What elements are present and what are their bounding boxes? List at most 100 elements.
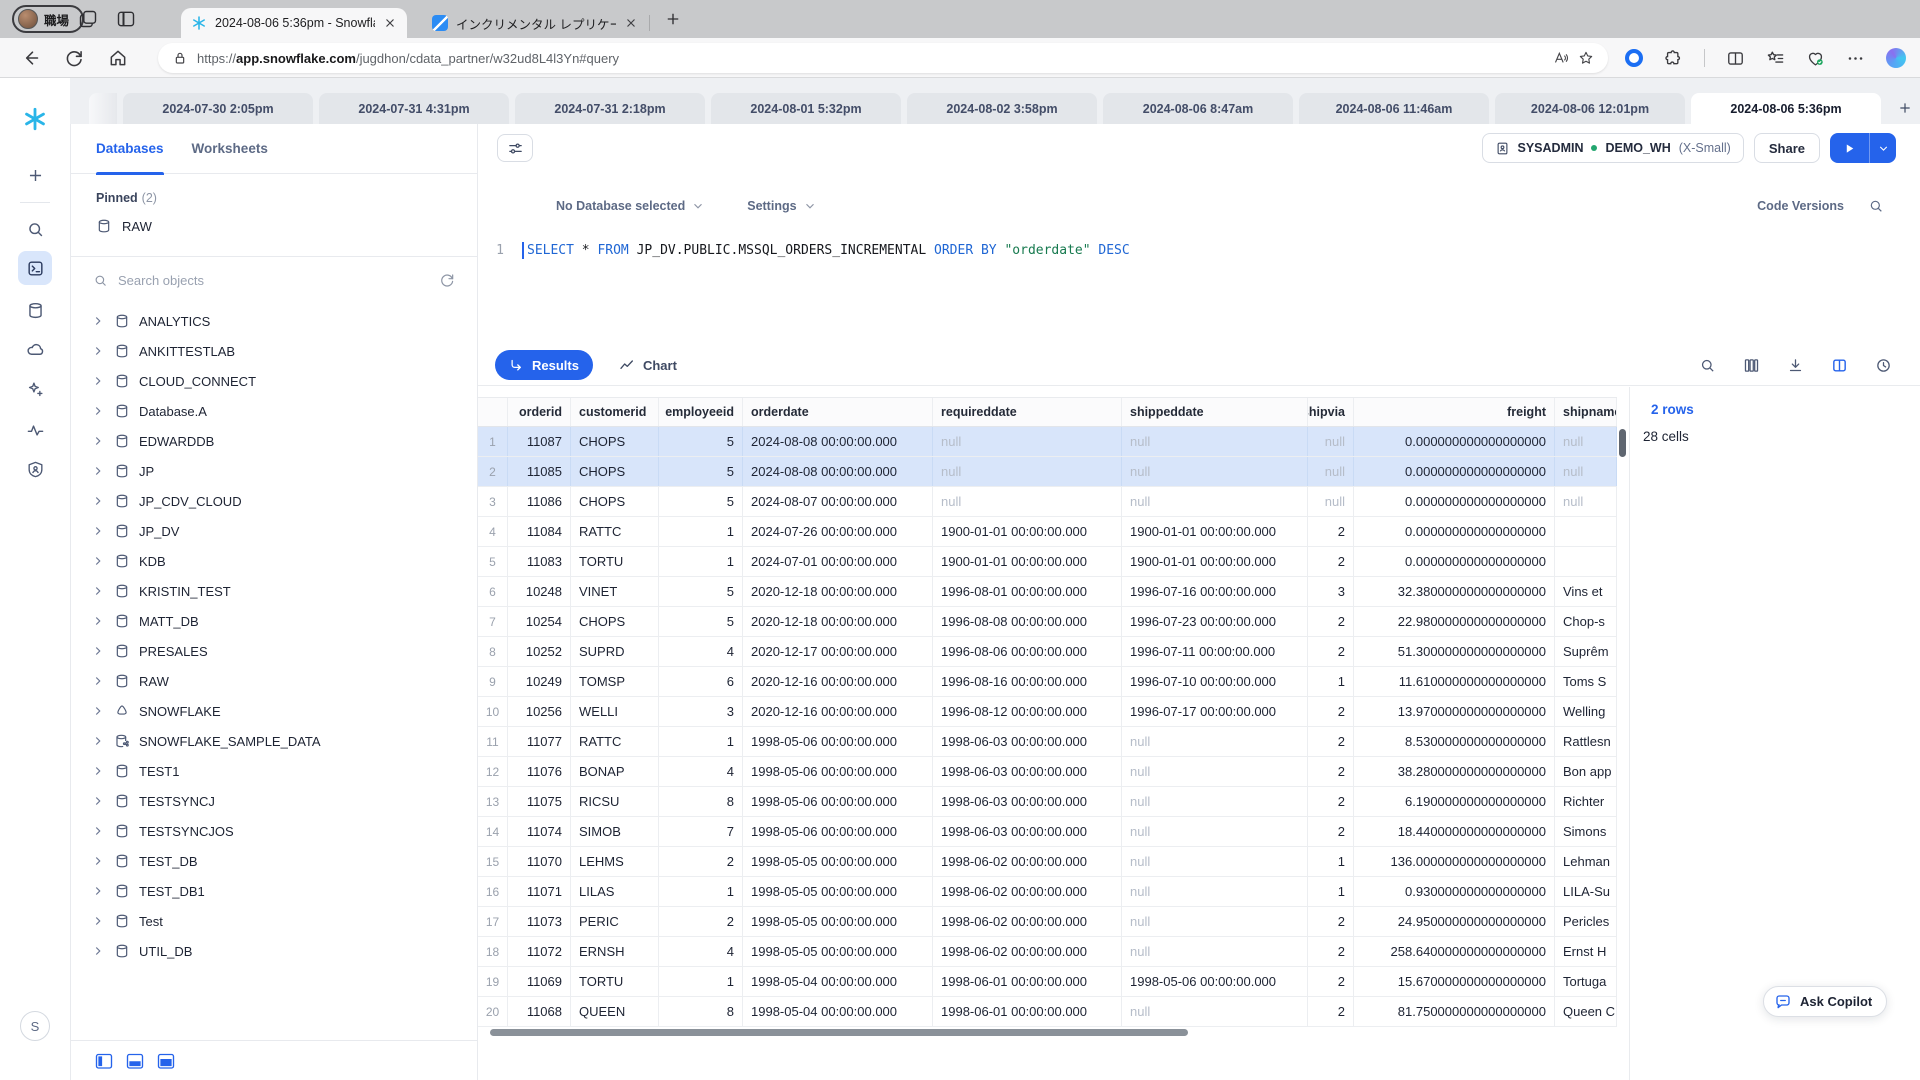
- cell-employeeid[interactable]: 1: [659, 547, 743, 576]
- cell-shipname[interactable]: Ernst H: [1555, 937, 1617, 966]
- cell-shipvia[interactable]: 1: [1308, 667, 1354, 696]
- cell-shipvia[interactable]: 2: [1308, 697, 1354, 726]
- table-row[interactable]: 4 11084 RATTC 1 2024-07-26 00:00:00.000 …: [478, 517, 1617, 547]
- copilot-icon[interactable]: [1886, 48, 1906, 68]
- cell-customerid[interactable]: PERIC: [571, 907, 659, 936]
- cell-customerid[interactable]: WELLI: [571, 697, 659, 726]
- chevron-right-icon[interactable]: [91, 374, 105, 388]
- cell-orderdate[interactable]: 2024-08-07 00:00:00.000: [743, 487, 933, 516]
- database-tree-item[interactable]: UTIL_DB: [71, 936, 477, 966]
- back-icon[interactable]: [20, 48, 40, 68]
- filters-button[interactable]: [497, 134, 533, 162]
- cell-employeeid[interactable]: 1: [659, 967, 743, 996]
- column-header[interactable]: [478, 398, 508, 426]
- cell-orderdate[interactable]: 1998-05-05 00:00:00.000: [743, 937, 933, 966]
- snowflake-logo-icon[interactable]: [22, 106, 48, 132]
- worksheet-tab[interactable]: 2024-07-31 4:31pm: [319, 93, 509, 124]
- cell-employeeid[interactable]: 5: [659, 577, 743, 606]
- cell-shipvia[interactable]: 2: [1308, 757, 1354, 786]
- cell-orderid[interactable]: 10249: [508, 667, 571, 696]
- cell-orderid[interactable]: 11086: [508, 487, 571, 516]
- table-row[interactable]: 18 11072 ERNSH 4 1998-05-05 00:00:00.000…: [478, 937, 1617, 967]
- cell-shipname[interactable]: Vins et: [1555, 577, 1617, 606]
- cell-orderdate[interactable]: 2024-08-08 00:00:00.000: [743, 427, 933, 456]
- cell-orderid[interactable]: 10254: [508, 607, 571, 636]
- cell-orderid[interactable]: 11084: [508, 517, 571, 546]
- cell-orderid[interactable]: 11073: [508, 907, 571, 936]
- cell-shipvia[interactable]: 2: [1308, 607, 1354, 636]
- column-header[interactable]: shipname: [1555, 398, 1617, 426]
- table-row[interactable]: 8 10252 SUPRD 4 2020-12-17 00:00:00.000 …: [478, 637, 1617, 667]
- cell-shipname[interactable]: Pericles: [1555, 907, 1617, 936]
- database-tree-item[interactable]: MATT_DB: [71, 606, 477, 636]
- layout-expanded-bottom-icon[interactable]: [157, 1053, 175, 1069]
- chevron-right-icon[interactable]: [91, 824, 105, 838]
- column-header[interactable]: freight: [1354, 398, 1555, 426]
- cell-requireddate[interactable]: 1998-06-03 00:00:00.000: [933, 787, 1122, 816]
- cell-employeeid[interactable]: 4: [659, 937, 743, 966]
- cell-requireddate[interactable]: 1996-08-01 00:00:00.000: [933, 577, 1122, 606]
- cell-shipname[interactable]: Bon app: [1555, 757, 1617, 786]
- database-selector[interactable]: No Database selected: [556, 199, 705, 213]
- cell-shipvia[interactable]: 2: [1308, 997, 1354, 1026]
- cell-shipname[interactable]: Suprêm: [1555, 637, 1617, 666]
- columns-icon[interactable]: [1743, 357, 1760, 374]
- cell-orderdate[interactable]: 2024-08-08 00:00:00.000: [743, 457, 933, 486]
- cell-orderdate[interactable]: 2020-12-18 00:00:00.000: [743, 607, 933, 636]
- cell-shipvia[interactable]: 1: [1308, 877, 1354, 906]
- run-button[interactable]: [1830, 133, 1869, 163]
- extensions-puzzle-icon[interactable]: [1664, 49, 1683, 68]
- cell-shippeddate[interactable]: null: [1122, 907, 1308, 936]
- cell-shipname[interactable]: Welling: [1555, 697, 1617, 726]
- share-button[interactable]: Share: [1754, 133, 1820, 163]
- cell-shipvia[interactable]: 2: [1308, 817, 1354, 846]
- layout-bottom-panel-icon[interactable]: [126, 1053, 144, 1069]
- table-row[interactable]: 16 11071 LILAS 1 1998-05-05 00:00:00.000…: [478, 877, 1617, 907]
- cell-requireddate[interactable]: 1998-06-03 00:00:00.000: [933, 727, 1122, 756]
- cell-shippeddate[interactable]: null: [1122, 457, 1308, 486]
- cell-orderdate[interactable]: 2020-12-17 00:00:00.000: [743, 637, 933, 666]
- cell-customerid[interactable]: LEHMS: [571, 847, 659, 876]
- cell-shipname[interactable]: null: [1555, 487, 1617, 516]
- tab-chart[interactable]: Chart: [619, 357, 677, 373]
- cell-orderid[interactable]: 11069: [508, 967, 571, 996]
- cell-requireddate[interactable]: null: [933, 457, 1122, 486]
- table-row[interactable]: 7 10254 CHOPS 5 2020-12-18 00:00:00.000 …: [478, 607, 1617, 637]
- data-cloud-icon[interactable]: [18, 332, 52, 366]
- cell-shippeddate[interactable]: 1998-05-06 00:00:00.000: [1122, 967, 1308, 996]
- cell-orderid[interactable]: 11087: [508, 427, 571, 456]
- cell-shippeddate[interactable]: 1996-07-23 00:00:00.000: [1122, 607, 1308, 636]
- worksheet-tab[interactable]: 2024-08-06 8:47am: [1103, 93, 1293, 124]
- cell-requireddate[interactable]: 1996-08-12 00:00:00.000: [933, 697, 1122, 726]
- cell-orderdate[interactable]: 1998-05-05 00:00:00.000: [743, 877, 933, 906]
- cell-freight[interactable]: 258.640000000000000000: [1354, 937, 1555, 966]
- chevron-right-icon[interactable]: [91, 674, 105, 688]
- cell-requireddate[interactable]: 1998-06-02 00:00:00.000: [933, 937, 1122, 966]
- cell-freight[interactable]: 0.000000000000000000: [1354, 487, 1555, 516]
- cell-requireddate[interactable]: 1998-06-03 00:00:00.000: [933, 817, 1122, 846]
- cell-customerid[interactable]: SUPRD: [571, 637, 659, 666]
- cell-orderdate[interactable]: 2024-07-26 00:00:00.000: [743, 517, 933, 546]
- chevron-right-icon[interactable]: [91, 554, 105, 568]
- table-row[interactable]: 9 10249 TOMSP 6 2020-12-16 00:00:00.000 …: [478, 667, 1617, 697]
- cell-shipvia[interactable]: null: [1308, 487, 1354, 516]
- chevron-right-icon[interactable]: [91, 404, 105, 418]
- worksheet-tab[interactable]: 2024-08-06 12:01pm: [1495, 93, 1685, 124]
- cell-shippeddate[interactable]: null: [1122, 847, 1308, 876]
- database-tree-item[interactable]: TEST_DB: [71, 846, 477, 876]
- refresh-icon[interactable]: [64, 48, 84, 68]
- chevron-right-icon[interactable]: [91, 734, 105, 748]
- cell-shippeddate[interactable]: null: [1122, 877, 1308, 906]
- split-screen-icon[interactable]: [1726, 49, 1745, 68]
- cell-orderid[interactable]: 11083: [508, 547, 571, 576]
- cell-shipname[interactable]: Queen C: [1555, 997, 1617, 1026]
- cell-employeeid[interactable]: 3: [659, 697, 743, 726]
- cell-employeeid[interactable]: 5: [659, 487, 743, 516]
- cell-freight[interactable]: 38.280000000000000000: [1354, 757, 1555, 786]
- table-row[interactable]: 17 11073 PERIC 2 1998-05-05 00:00:00.000…: [478, 907, 1617, 937]
- database-tree-item[interactable]: TESTSYNCJOS: [71, 816, 477, 846]
- cell-customerid[interactable]: ERNSH: [571, 937, 659, 966]
- cell-freight[interactable]: 0.000000000000000000: [1354, 547, 1555, 576]
- cell-employeeid[interactable]: 5: [659, 457, 743, 486]
- chevron-right-icon[interactable]: [91, 854, 105, 868]
